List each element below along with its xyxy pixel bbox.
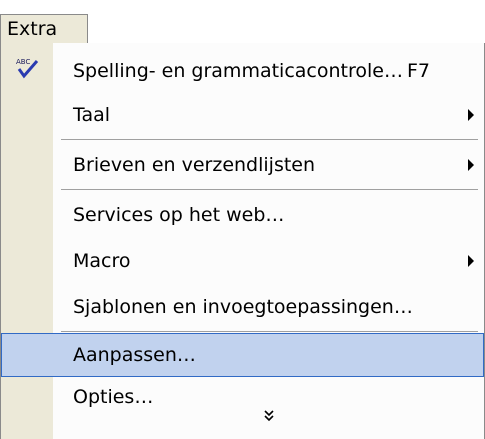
- menu-separator: [61, 139, 478, 140]
- menu-item-services[interactable]: Services op het web…: [1, 193, 484, 237]
- spellcheck-abc-icon: ABC: [16, 58, 39, 79]
- menu-item-label: Taal: [73, 104, 111, 126]
- double-chevron-down-icon[interactable]: [261, 408, 277, 424]
- dropdown-menu: ABC Spelling- en grammaticacontrole… F7 …: [0, 43, 485, 439]
- top-strip: [0, 0, 485, 14]
- menu-item-label: Brieven en verzendlijsten: [73, 154, 316, 176]
- menu-item-shortcut: F7: [407, 60, 431, 82]
- menu-item-label: Opties…: [73, 386, 154, 408]
- menu-separator: [61, 331, 478, 332]
- double-chevron-down-icon-svg: [264, 410, 274, 422]
- menu-item-label: Sjablonen en invoegtoepassingen…: [73, 296, 413, 318]
- menu-item-opties[interactable]: Opties…: [1, 377, 484, 421]
- menu-item-label: Macro: [73, 250, 131, 272]
- menu-item-label: Spelling- en grammaticacontrole…: [73, 60, 403, 82]
- extra-menu-screen: Extra ABC Spelling- en grammaticacontrol…: [0, 0, 485, 439]
- svg-text:ABC: ABC: [16, 58, 30, 66]
- menu-item-sjablonen[interactable]: Sjablonen en invoegtoepassingen…: [1, 285, 484, 329]
- menu-item-spelling[interactable]: ABC Spelling- en grammaticacontrole… F7: [1, 49, 484, 93]
- menu-item-brieven[interactable]: Brieven en verzendlijsten: [1, 143, 484, 187]
- menubar-tab-extra[interactable]: Extra: [0, 14, 88, 44]
- menu-item-taal[interactable]: Taal: [1, 93, 484, 137]
- menu-item-macro[interactable]: Macro: [1, 239, 484, 283]
- menu-item-aanpassen[interactable]: Aanpassen…: [1, 333, 484, 377]
- submenu-arrow-icon: [468, 255, 474, 267]
- menu-separator: [61, 189, 478, 190]
- menu-item-label: Services op het web…: [73, 204, 285, 226]
- submenu-arrow-icon: [468, 159, 474, 171]
- menu-item-label: Aanpassen…: [73, 344, 196, 366]
- submenu-arrow-icon: [468, 109, 474, 121]
